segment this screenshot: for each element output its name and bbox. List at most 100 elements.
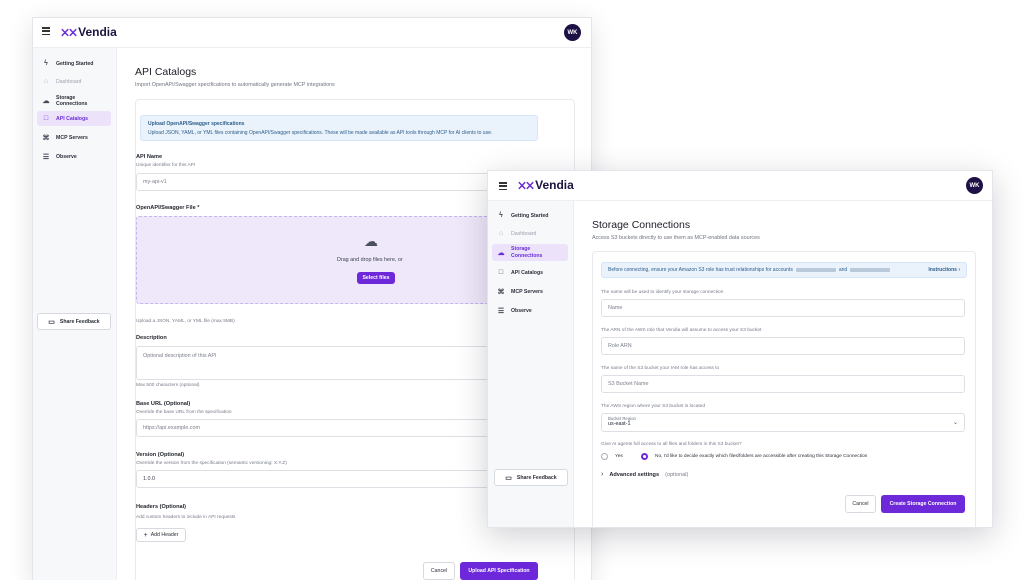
sidebar-item-dashboard[interactable]: ⌂ Dashboard: [37, 76, 111, 87]
sidebar-item-storage-connections[interactable]: ☁ Storage Connections: [37, 93, 111, 109]
region-select-value: us-east-1: [608, 421, 631, 427]
book-icon: □: [498, 269, 504, 276]
book-icon: □: [43, 115, 49, 122]
redacted-account-id: [850, 268, 891, 272]
name-hint: The name will be used to identify your s…: [601, 290, 724, 295]
sidebar-item-mcp-servers[interactable]: ⌘ MCP Servers: [492, 286, 568, 298]
base-url-hint: Override the base URL from the specifica…: [136, 410, 232, 415]
upload-api-spec-button[interactable]: Upload API Specification: [460, 562, 538, 580]
sidebar-item-label: API Catalogs: [56, 115, 88, 122]
access-no-label: No, I'd like to decide exactly which fil…: [655, 454, 868, 459]
sidebar-item-label: Getting Started: [56, 60, 94, 67]
description-hint: Max 500 characters (optional): [136, 383, 200, 388]
upload-info-banner: Upload OpenAPI/Swagger specifications Up…: [140, 115, 538, 141]
advanced-settings-optional: (optional): [665, 471, 689, 478]
sidebar-item-getting-started[interactable]: ϟ Getting Started: [37, 58, 111, 69]
sidebar-item-api-catalogs[interactable]: □ API Catalogs: [492, 267, 568, 278]
trust-info-banner: Before connecting, ensure your Amazon S3…: [601, 262, 967, 278]
brand-name: Vendia: [535, 178, 574, 192]
upload-cloud-icon: ☁: [364, 233, 378, 249]
sidebar-item-storage-connections[interactable]: ☁ Storage Connections: [492, 244, 568, 261]
chevron-right-icon: ›: [601, 471, 604, 478]
avatar[interactable]: WK: [564, 24, 581, 41]
sidebar-item-api-catalogs[interactable]: □ API Catalogs: [37, 111, 111, 126]
menu-icon[interactable]: [42, 27, 50, 35]
page-title: Storage Connections: [592, 219, 691, 231]
chevron-down-icon: ⌄: [952, 420, 958, 426]
sidebar-item-label: MCP Servers: [511, 289, 543, 295]
page-title: API Catalogs: [135, 66, 197, 78]
file-hint: Upload a JSON, YAML, or YML file (max 5M…: [136, 319, 235, 324]
home-icon: ⌂: [43, 78, 49, 85]
server-icon: ⌘: [42, 135, 50, 142]
role-arn-hint: The ARN of the AWS role that Vendia will…: [601, 328, 762, 333]
drop-text: Drag and drop files here, or: [337, 257, 403, 263]
region-hint: The AWS region where your S3 bucket is l…: [601, 404, 706, 409]
bucket-name-hint: The name of the S3 bucket your IAM role …: [601, 366, 720, 371]
add-header-label: Add Header: [150, 532, 179, 538]
sidebar-item-label: MCP Servers: [56, 135, 88, 141]
vendia-logo-icon: ⨯⨯: [517, 178, 535, 192]
server-icon: ⌘: [497, 289, 505, 296]
chat-icon: ▭: [48, 318, 55, 326]
vendia-logo[interactable]: ⨯⨯ Vendia: [517, 178, 574, 192]
list-icon: ☰: [42, 154, 50, 161]
chat-icon: ▭: [505, 474, 512, 482]
base-url-label: Base URL (Optional): [136, 401, 191, 407]
menu-icon[interactable]: [499, 182, 507, 190]
info-text: Upload JSON, YAML, or YML files containi…: [148, 130, 493, 136]
advanced-settings-label: Advanced settings: [609, 471, 660, 478]
storage-icon: ☁: [42, 98, 50, 106]
brand-name: Vendia: [78, 25, 117, 39]
cancel-button[interactable]: Cancel: [845, 495, 876, 513]
sidebar-item-label: Getting Started: [511, 212, 549, 219]
instructions-link[interactable]: Instructions ›: [928, 267, 960, 273]
version-hint: Override the version from the specificat…: [136, 461, 287, 466]
vendia-logo-icon: ⨯⨯: [60, 25, 78, 39]
select-files-button[interactable]: Select files: [357, 272, 395, 284]
vendia-logo[interactable]: ⨯⨯ Vendia: [60, 25, 117, 39]
sidebar-item-label: Dashboard: [56, 78, 82, 85]
storage-form-card: Before connecting, ensure your Amazon S3…: [592, 251, 976, 527]
sidebar-item-observe[interactable]: ☰ Observe: [37, 151, 111, 163]
top-bar: ⨯⨯ Vendia WK: [488, 171, 992, 201]
storage-icon: ☁: [497, 249, 505, 257]
sidebar-item-getting-started[interactable]: ϟ Getting Started: [492, 210, 568, 221]
sidebar-item-mcp-servers[interactable]: ⌘ MCP Servers: [37, 132, 111, 144]
role-arn-input[interactable]: Role ARN: [601, 337, 965, 355]
sidebar-item-label: Storage Connections: [56, 95, 88, 108]
api-name-label: API Name: [136, 154, 163, 160]
bucket-name-input[interactable]: S3 Bucket Name: [601, 375, 965, 393]
share-feedback-label: Share Feedback: [516, 474, 557, 481]
file-label: OpenAPI/Swagger File *: [136, 205, 200, 211]
advanced-settings-toggle[interactable]: › Advanced settings (optional): [601, 471, 688, 478]
access-no-radio[interactable]: [641, 453, 648, 460]
cancel-button[interactable]: Cancel: [423, 562, 455, 580]
headers-label: Headers (Optional): [136, 504, 187, 510]
sidebar-item-dashboard[interactable]: ⌂ Dashboard: [492, 228, 568, 239]
headers-hint: Add custom headers to include in API req…: [136, 515, 236, 520]
sidebar-item-label: Observe: [511, 308, 532, 314]
sidebar-item-label: Dashboard: [511, 230, 537, 237]
sidebar-item-observe[interactable]: ☰ Observe: [492, 305, 568, 317]
share-feedback-button[interactable]: ▭ Share Feedback: [37, 313, 111, 330]
create-storage-connection-button[interactable]: Create Storage Connection: [881, 495, 965, 513]
avatar[interactable]: WK: [966, 177, 983, 194]
sidebar-item-label: Storage Connections: [511, 246, 543, 259]
sidebar: ϟ Getting Started ⌂ Dashboard ☁ Storage Con…: [488, 201, 574, 527]
plus-icon: +: [143, 531, 148, 539]
sidebar: ϟ Getting Started ⌂ Dashboard ☁ Storage Con…: [33, 48, 117, 580]
name-input[interactable]: Name: [601, 299, 965, 317]
info-text: Before connecting, ensure your Amazon S3…: [608, 267, 793, 273]
home-icon: ⌂: [498, 230, 504, 237]
redacted-account-id: [795, 268, 836, 272]
access-yes-radio[interactable]: [601, 453, 608, 460]
api-name-hint: Unique identifier for this API: [136, 163, 196, 168]
share-feedback-button[interactable]: ▭ Share Feedback: [494, 469, 568, 486]
top-bar: ⨯⨯ Vendia WK: [33, 18, 591, 48]
share-feedback-label: Share Feedback: [59, 318, 100, 325]
add-header-button[interactable]: + Add Header: [136, 528, 186, 542]
description-label: Description: [136, 335, 167, 341]
page-subtitle: Import OpenAPI/Swagger specifications to…: [135, 82, 335, 88]
region-select[interactable]: Bucket Region us-east-1 ⌄: [601, 413, 965, 432]
